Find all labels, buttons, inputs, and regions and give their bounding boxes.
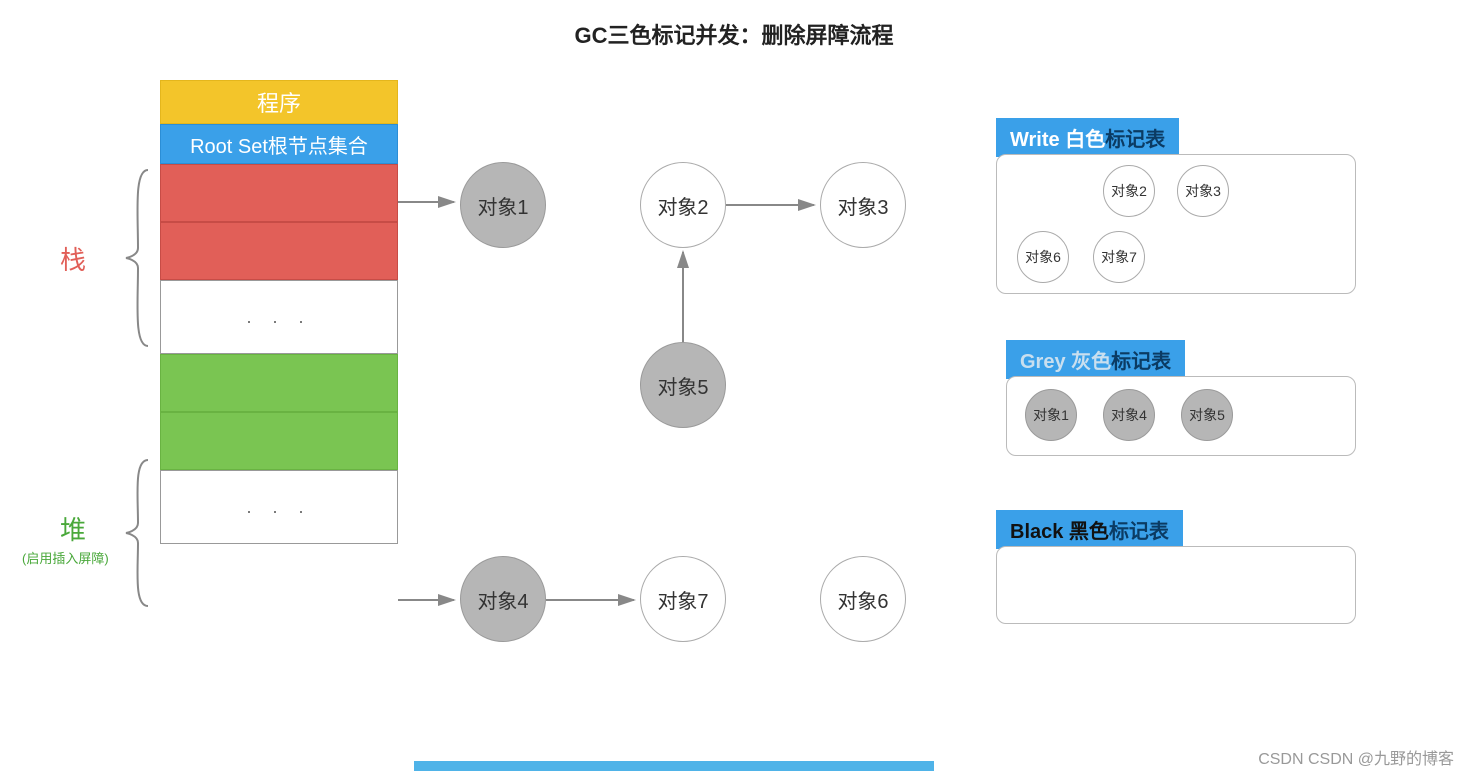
object-1: 对象1 <box>460 162 546 248</box>
object-5: 对象5 <box>640 342 726 428</box>
object-7: 对象7 <box>640 556 726 642</box>
page-title: GC三色标记并发：删除屏障流程 <box>0 18 1468 50</box>
object-2: 对象2 <box>640 162 726 248</box>
object-3: 对象3 <box>820 162 906 248</box>
arrow-stack-to-obj1 <box>398 196 458 208</box>
stack-cell-2 <box>160 222 398 280</box>
white-item-obj6: 对象6 <box>1017 231 1069 283</box>
grey-item-obj4: 对象4 <box>1103 389 1155 441</box>
stack-label: 栈 <box>60 240 86 277</box>
arrow-heap-to-obj4 <box>398 594 458 606</box>
heap-cell-2 <box>160 412 398 470</box>
white-title-suffix: 标记表 <box>1105 129 1165 151</box>
object-6: 对象6 <box>820 556 906 642</box>
grey-item-obj1: 对象1 <box>1025 389 1077 441</box>
white-item-obj3: 对象3 <box>1177 165 1229 217</box>
object-4: 对象4 <box>460 556 546 642</box>
arrow-obj5-to-obj2 <box>677 248 689 342</box>
memory-column: 程序 Root Set根节点集合 . . . . . . <box>160 80 398 544</box>
black-table-box <box>996 546 1356 624</box>
heap-cell-1 <box>160 354 398 412</box>
black-title-prefix: Black 黑色 <box>1010 521 1109 543</box>
black-title-suffix: 标记表 <box>1109 521 1169 543</box>
bottom-strip <box>414 761 934 771</box>
black-table-title: Black 黑色标记表 <box>996 510 1183 549</box>
heap-brace <box>120 458 152 608</box>
stack-cell-1 <box>160 164 398 222</box>
program-cell: 程序 <box>160 80 398 124</box>
white-title-prefix: Write 白色 <box>1010 129 1105 151</box>
heap-sub-label: (启用插入屏障) <box>22 548 109 567</box>
heap-label: 堆 <box>60 510 86 547</box>
stack-ellipsis-cell: . . . <box>160 280 398 354</box>
arrow-obj2-to-obj3 <box>726 199 818 211</box>
white-table-box: 对象2 对象3 对象6 对象7 <box>996 154 1356 294</box>
grey-table-box: 对象1 对象4 对象5 <box>1006 376 1356 456</box>
white-table-title: Write 白色标记表 <box>996 118 1179 157</box>
grey-item-obj5: 对象5 <box>1181 389 1233 441</box>
white-item-obj7: 对象7 <box>1093 231 1145 283</box>
heap-ellipsis-cell: . . . <box>160 470 398 544</box>
arrow-obj4-to-obj7 <box>546 594 638 606</box>
stack-brace <box>120 168 152 348</box>
grey-title-prefix: Grey 灰色 <box>1020 351 1111 373</box>
grey-title-suffix: 标记表 <box>1111 351 1171 373</box>
white-item-obj2: 对象2 <box>1103 165 1155 217</box>
grey-table-title: Grey 灰色标记表 <box>1006 340 1185 379</box>
root-set-cell: Root Set根节点集合 <box>160 124 398 164</box>
watermark: CSDN CSDN @九野的博客 <box>1258 745 1454 769</box>
